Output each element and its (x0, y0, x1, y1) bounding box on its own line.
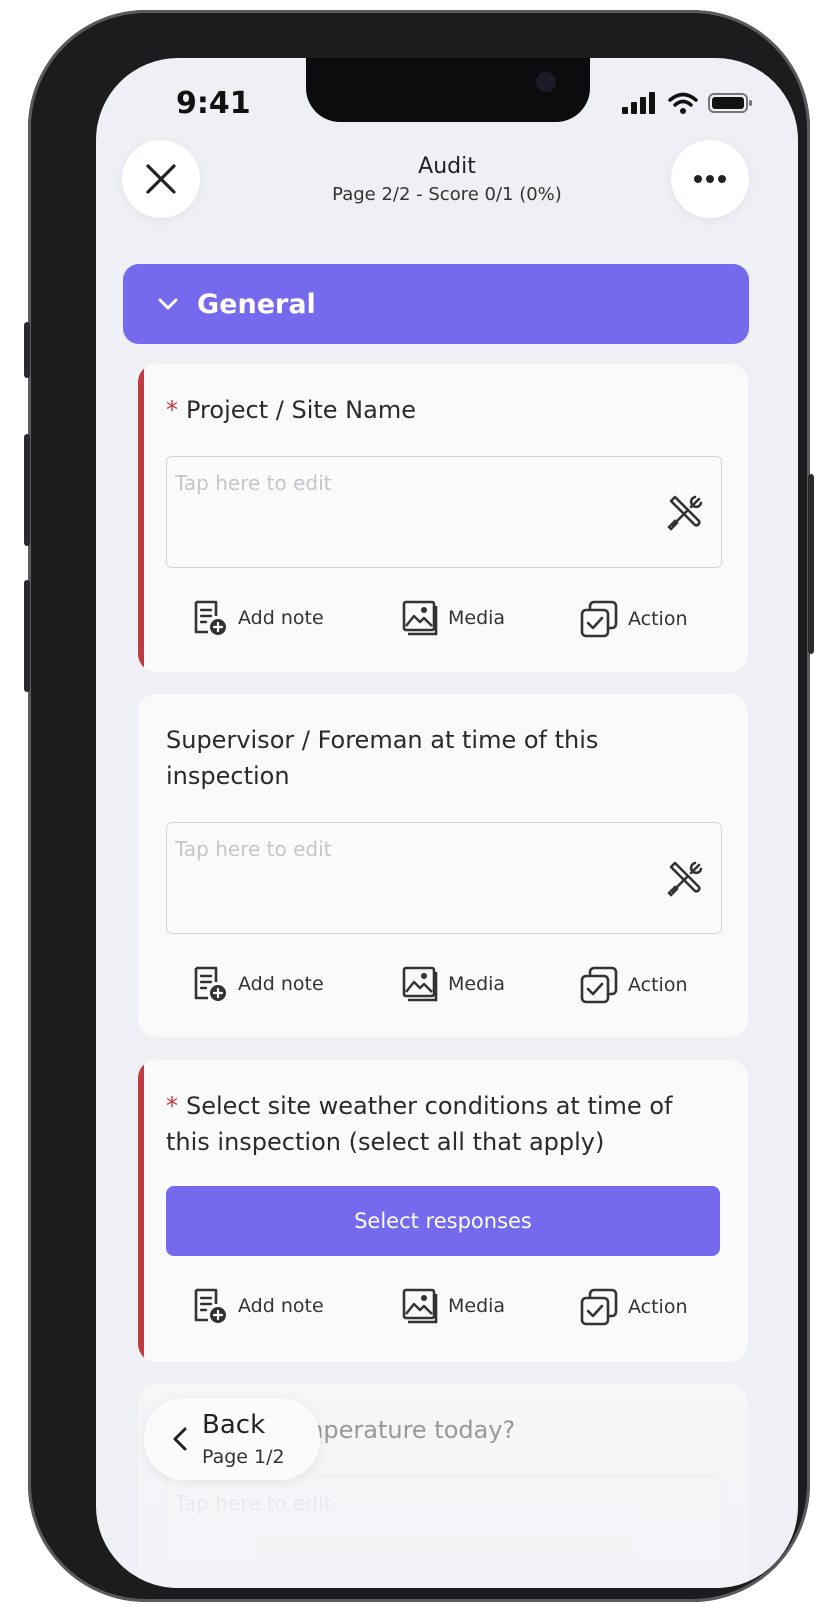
phone-frame: 9:41 Audit Page 2/2 - Score 0/1 (0%) Gen… (24, 10, 814, 1602)
add-note-button[interactable]: Add note (190, 964, 324, 1004)
action-checkbox-icon (580, 600, 618, 638)
close-button[interactable] (122, 140, 200, 218)
input-placeholder: Tap here to edit (175, 471, 332, 495)
volume-down-button (24, 580, 30, 692)
action-button[interactable]: Action (578, 964, 688, 1006)
question-card-weather: * Select site weather conditions at time … (138, 1060, 748, 1362)
question-card-supervisor: Supervisor / Foreman at time of this ins… (138, 694, 748, 1037)
section-title: General (197, 288, 316, 320)
question-actions: Add note Media Action (138, 964, 748, 1008)
tools-icon[interactable] (665, 491, 707, 533)
cellular-signal-icon (622, 92, 655, 114)
question-actions: Add note Media Action (138, 598, 748, 642)
add-note-icon (194, 966, 226, 1001)
question-actions: Add note Media Action (138, 1286, 748, 1330)
required-asterisk: * (166, 1092, 178, 1120)
supervisor-input[interactable]: Tap here to edit (166, 822, 722, 934)
question-label: * Select site weather conditions at time … (166, 1092, 673, 1156)
chevron-left-icon (173, 1427, 187, 1451)
wifi-icon (668, 92, 698, 114)
battery-icon (708, 93, 752, 113)
action-checkbox-icon (580, 966, 618, 1004)
add-note-icon (194, 600, 226, 635)
back-label: Back (202, 1410, 266, 1440)
front-camera (536, 72, 556, 92)
media-icon (402, 1288, 438, 1324)
input-placeholder: Tap here to edit (175, 837, 332, 861)
action-button[interactable]: Action (578, 598, 688, 640)
question-label: * Project / Site Name (166, 396, 416, 424)
section-general-header[interactable]: General (123, 264, 749, 344)
add-note-button[interactable]: Add note (190, 598, 324, 638)
question-card-project-site-name: * Project / Site Name Tap here to edit A… (138, 364, 748, 672)
question-label: mperature today? (300, 1416, 516, 1444)
silent-switch (24, 322, 30, 378)
media-icon (402, 600, 438, 636)
temperature-input[interactable]: Tap here to edit (166, 1476, 722, 1588)
back-button[interactable]: Back Page 1/2 (144, 1398, 320, 1480)
media-icon (402, 966, 438, 1002)
question-label: Supervisor / Foreman at time of this ins… (166, 726, 599, 790)
chevron-down-icon (158, 298, 178, 310)
status-time: 9:41 (176, 86, 251, 121)
input-placeholder: Tap here to edit (175, 1491, 332, 1515)
project-site-name-input[interactable]: Tap here to edit (166, 456, 722, 568)
add-note-button[interactable]: Add note (190, 1286, 324, 1326)
action-checkbox-icon (580, 1288, 618, 1326)
media-button[interactable]: Media (400, 964, 505, 1004)
media-button[interactable]: Media (400, 598, 505, 638)
app-screen: 9:41 Audit Page 2/2 - Score 0/1 (0%) Gen… (96, 58, 798, 1588)
notch (306, 58, 590, 122)
action-button[interactable]: Action (578, 1286, 688, 1328)
more-options-button[interactable] (671, 140, 749, 218)
add-note-icon (194, 1288, 226, 1323)
select-responses-button[interactable]: Select responses (166, 1186, 720, 1256)
status-icons (622, 92, 754, 114)
tools-icon[interactable] (665, 857, 707, 899)
more-icon (694, 175, 726, 183)
required-asterisk: * (166, 396, 178, 424)
back-page-label: Page 1/2 (202, 1446, 285, 1468)
media-button[interactable]: Media (400, 1286, 505, 1326)
volume-up-button (24, 434, 30, 546)
power-button (808, 474, 814, 654)
